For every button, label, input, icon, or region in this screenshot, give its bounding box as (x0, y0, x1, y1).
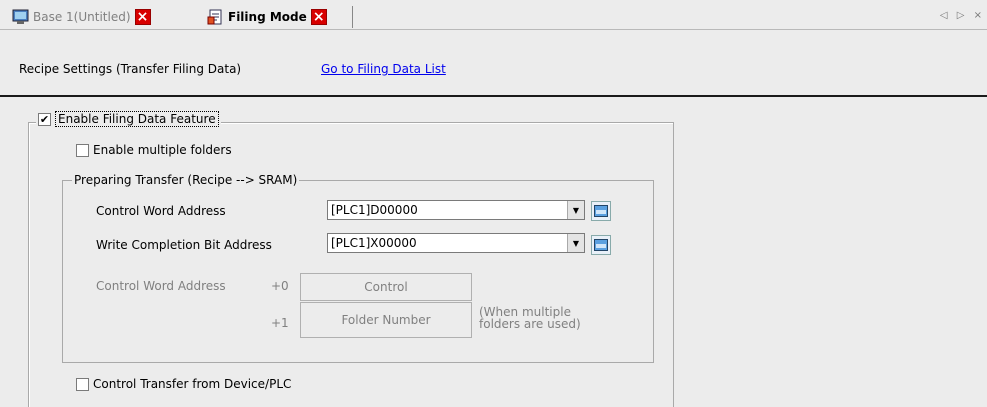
chevron-down-icon[interactable]: ▼ (567, 234, 584, 252)
write-completion-value: [PLC1]X00000 (331, 236, 417, 250)
offset-table-label: Control Word Address (96, 279, 226, 293)
tab-separator (352, 6, 353, 28)
close-icon[interactable]: × (310, 9, 327, 25)
preparing-transfer-title: Preparing Transfer (Recipe --> SRAM) (72, 173, 300, 187)
page-title: Recipe Settings (Transfer Filing Data) (19, 62, 242, 76)
tab-bar: Base 1(Untitled) × Filing Mode × ◁ ▷ × (0, 0, 987, 30)
chevron-down-icon[interactable]: ▼ (567, 201, 584, 219)
control-word-label: Control Word Address (96, 204, 226, 218)
control-word-combo[interactable]: [PLC1]D00000 ▼ (327, 200, 585, 220)
filing-data-list-link[interactable]: Go to Filing Data List (321, 62, 446, 76)
multiple-folders-checkbox-row[interactable]: Enable multiple folders (74, 143, 234, 157)
enable-filing-checkbox[interactable]: ✔ (38, 112, 51, 126)
tab-base-1-label: Base 1(Untitled) (33, 10, 131, 24)
control-transfer-checkbox[interactable] (76, 377, 89, 391)
write-completion-label: Write Completion Bit Address (96, 238, 272, 252)
multiple-folders-label: Enable multiple folders (93, 143, 232, 157)
control-transfer-checkbox-row[interactable]: Control Transfer from Device/PLC (74, 377, 294, 391)
offset-0: +0 (271, 279, 289, 293)
keypad-icon[interactable] (591, 235, 611, 255)
document-icon (207, 9, 224, 25)
multiple-folders-checkbox[interactable] (76, 143, 89, 157)
screen-icon (12, 9, 29, 25)
write-completion-combo[interactable]: [PLC1]X00000 ▼ (327, 233, 585, 253)
close-icon[interactable]: × (134, 9, 151, 25)
tab-filing-mode-label: Filing Mode (228, 10, 307, 24)
tab-filing-mode[interactable]: Filing Mode × (207, 6, 327, 28)
tab-base-1[interactable]: Base 1(Untitled) × (12, 6, 151, 28)
offset-1: +1 (271, 316, 289, 330)
offset-0-value: Control (300, 273, 472, 301)
tab-nav-arrows[interactable]: ◁ ▷ × (940, 10, 985, 21)
control-word-value: [PLC1]D00000 (331, 203, 418, 217)
offset-1-value: Folder Number (300, 302, 472, 338)
enable-filing-label: Enable Filing Data Feature (55, 111, 219, 127)
enable-filing-checkbox-row[interactable]: ✔ Enable Filing Data Feature (36, 111, 221, 127)
control-transfer-label: Control Transfer from Device/PLC (93, 377, 292, 391)
multiple-folders-note-line-2: folders are used) (479, 317, 581, 331)
keypad-icon[interactable] (591, 201, 611, 221)
